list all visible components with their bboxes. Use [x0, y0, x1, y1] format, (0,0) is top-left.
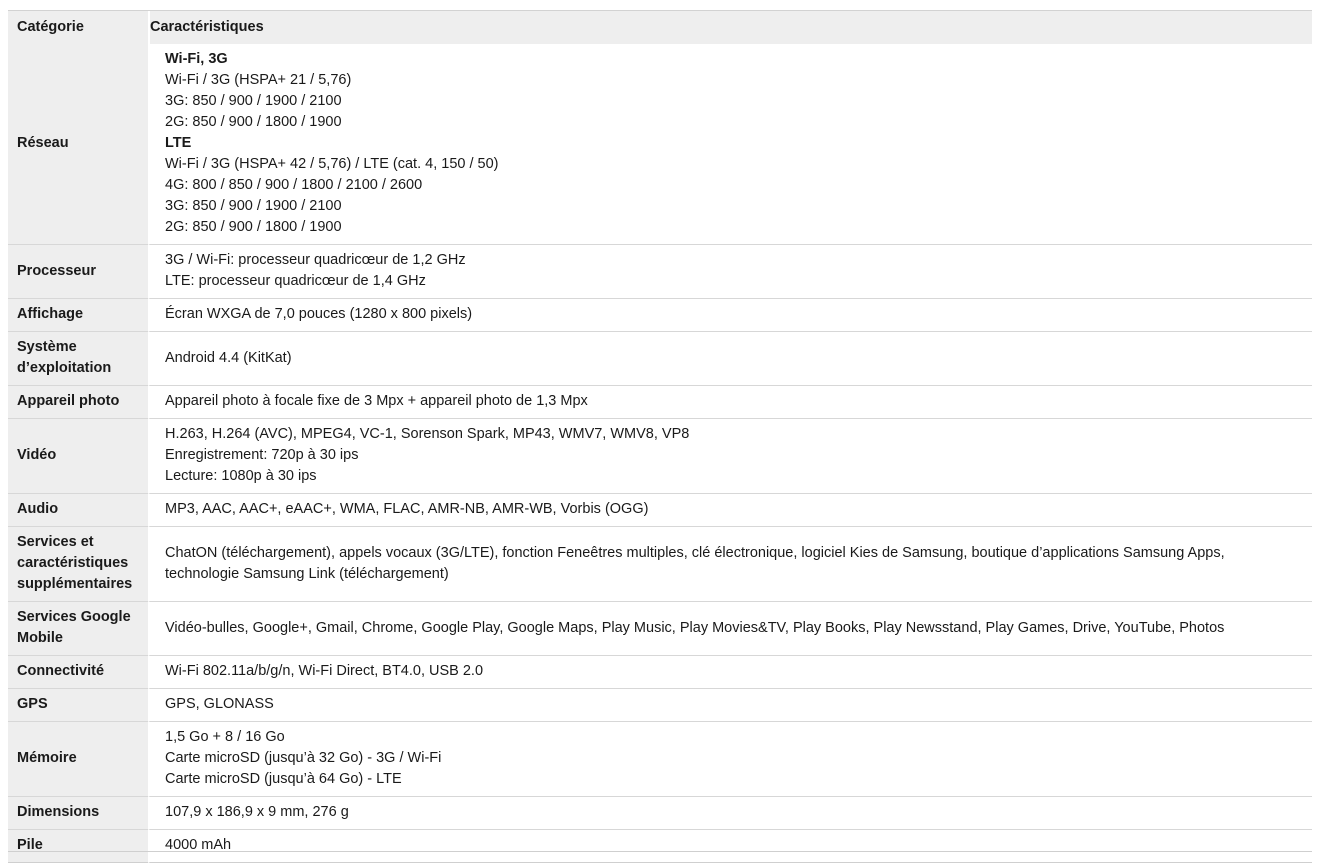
category-label-line: Mobile: [17, 630, 63, 646]
row-category: Dimensions: [8, 797, 148, 830]
value-line: technologie Samsung Link (téléchargement…: [165, 565, 449, 582]
row-category: Appareil photo: [8, 386, 148, 419]
value-line: 3G: 850 / 900 / 1900 / 2100: [165, 93, 342, 109]
table-row: Dimensions 107,9 x 186,9 x 9 mm, 276 g: [8, 797, 1312, 830]
category-label-line: Connectivité: [17, 663, 105, 679]
value-subheading: LTE: [165, 135, 192, 151]
category-label-line: d’exploitation: [17, 360, 112, 376]
value-line: 3G / Wi-Fi: processeur quadricœur de 1,2…: [165, 252, 466, 268]
table-row: Audio MP3, AAC, AAC+, eAAC+, WMA, FLAC, A…: [8, 494, 1312, 527]
row-category: Services et caractéristiques supplémentair…: [8, 527, 148, 602]
row-value: Vidéo-bulles, Google+, Gmail, Chrome, Go…: [148, 602, 1312, 656]
value-line: 1,5 Go + 8 / 16 Go: [165, 729, 285, 745]
table-row: Réseau Wi-Fi, 3G Wi-Fi / 3G (HSPA+ 21 / 5,…: [8, 44, 1312, 245]
category-label-line: Processeur: [17, 262, 96, 279]
table-body: Réseau Wi-Fi, 3G Wi-Fi / 3G (HSPA+ 21 / 5,…: [8, 44, 1312, 863]
row-value: MP3, AAC, AAC+, eAAC+, WMA, FLAC, AMR-NB…: [148, 494, 1312, 527]
category-label-line: Dimensions: [17, 804, 100, 820]
row-value: Appareil photo à focale fixe de 3 Mpx + …: [148, 386, 1312, 419]
category-label-line: Mémoire: [17, 750, 77, 766]
table-row: Système d’exploitation Android 4.4 (KitKat…: [8, 332, 1312, 386]
row-value: H.263, H.264 (AVC), MPEG4, VC-1, Sorenso…: [148, 419, 1312, 494]
table-header-row: Catégorie Caractéristiques: [8, 11, 1312, 44]
value-line: Wi-Fi 802.11a/b/g/n, Wi-Fi Direct, BT4.0…: [165, 663, 484, 679]
row-category: Système d’exploitation: [8, 332, 148, 386]
row-value: Écran WXGA de 7,0 pouces (1280 x 800 pix…: [148, 299, 1312, 332]
category-label-line: Réseau: [17, 135, 69, 151]
row-value: Android 4.4 (KitKat): [148, 332, 1312, 386]
category-label-line: GPS: [17, 696, 48, 712]
value-line: Carte microSD (jusqu’à 64 Go) - LTE: [165, 771, 402, 787]
table-row: Pile 4000 mAh: [8, 830, 1312, 863]
table-row: GPS GPS, GLONASS: [8, 689, 1312, 722]
row-category: Audio: [8, 494, 148, 527]
category-label-line: Services Google: [17, 609, 131, 625]
value-line: 107,9 x 186,9 x 9 mm, 276 g: [165, 804, 349, 820]
row-value: 3G / Wi-Fi: processeur quadricœur de 1,2…: [148, 245, 1312, 299]
table-row: Vidéo H.263, H.264 (AVC), MPEG4, VC-1, So…: [8, 419, 1312, 494]
value-line: Wi-Fi / 3G (HSPA+ 21 / 5,76): [165, 72, 352, 88]
row-category: Mémoire: [8, 722, 148, 797]
category-label-line: caractéristiques: [17, 555, 129, 571]
value-line: GPS, GLONASS: [165, 696, 274, 712]
category-label-line: Appareil photo: [17, 393, 120, 409]
row-category: Processeur: [8, 245, 148, 299]
value-line: MP3, AAC, AAC+, eAAC+, WMA, FLAC, AMR-NB…: [165, 501, 649, 517]
row-category: Connectivité: [8, 656, 148, 689]
table-row: Mémoire 1,5 Go + 8 / 16 Go Carte microSD (…: [8, 722, 1312, 797]
row-value: 107,9 x 186,9 x 9 mm, 276 g: [148, 797, 1312, 830]
row-value: ChatON (téléchargement), appels vocaux (…: [148, 527, 1312, 602]
category-label-line: Système: [17, 339, 77, 355]
row-category: Services Google Mobile: [8, 602, 148, 656]
table-row: Affichage Écran WXGA de 7,0 pouces (1280 …: [8, 299, 1312, 332]
category-label-line: Pile: [17, 837, 43, 853]
category-label-line: Services et: [17, 534, 94, 550]
row-category: Affichage: [8, 299, 148, 332]
table-row: Connectivité Wi-Fi 802.11a/b/g/n, Wi-Fi D…: [8, 656, 1312, 689]
header-category: Catégorie: [8, 11, 148, 44]
table-row: Services et caractéristiques supplémentair…: [8, 527, 1312, 602]
value-line: Enregistrement: 720p à 30 ips: [165, 447, 359, 463]
value-line: Android 4.4 (KitKat): [165, 349, 292, 366]
row-category: GPS: [8, 689, 148, 722]
header-characteristics: Caractéristiques: [148, 11, 1312, 44]
value-line: 2G: 850 / 900 / 1800 / 1900: [165, 219, 342, 235]
row-value: 1,5 Go + 8 / 16 Go Carte microSD (jusqu’à…: [148, 722, 1312, 797]
table-row: Services Google Mobile Vidéo-bulles, Googl…: [8, 602, 1312, 656]
table-bottom-divider: [8, 851, 1312, 852]
row-category: Vidéo: [8, 419, 148, 494]
spec-page: Catégorie Caractéristiques Réseau Wi-Fi, …: [0, 0, 1322, 866]
row-value: Wi-Fi 802.11a/b/g/n, Wi-Fi Direct, BT4.0…: [148, 656, 1312, 689]
table-row: Processeur 3G / Wi-Fi: processeur quadric…: [8, 245, 1312, 299]
row-value: GPS, GLONASS: [148, 689, 1312, 722]
value-line: 2G: 850 / 900 / 1800 / 1900: [165, 114, 342, 130]
value-line: Écran WXGA de 7,0 pouces (1280 x 800 pix…: [165, 306, 473, 322]
value-line: Carte microSD (jusqu’à 32 Go) - 3G / Wi-…: [165, 750, 442, 766]
value-line: ChatON (téléchargement), appels vocaux (…: [165, 544, 1225, 561]
row-category: Pile: [8, 830, 148, 863]
value-line: Vidéo-bulles, Google+, Gmail, Chrome, Go…: [165, 619, 1225, 636]
category-label-line: Audio: [17, 501, 59, 517]
category-label-line: supplémentaires: [17, 576, 133, 592]
value-line: 3G: 850 / 900 / 1900 / 2100: [165, 198, 342, 214]
category-label-line: Vidéo: [17, 447, 57, 463]
value-line: 4000 mAh: [165, 837, 232, 853]
row-value: 4000 mAh: [148, 830, 1312, 863]
spec-table: Catégorie Caractéristiques Réseau Wi-Fi, …: [8, 11, 1312, 863]
row-value: Wi-Fi, 3G Wi-Fi / 3G (HSPA+ 21 / 5,76) 3G:…: [148, 44, 1312, 245]
value-line: H.263, H.264 (AVC), MPEG4, VC-1, Sorenso…: [165, 426, 690, 442]
value-line: 4G: 800 / 850 / 900 / 1800 / 2100 / 2600: [165, 177, 423, 193]
value-line: Wi-Fi / 3G (HSPA+ 42 / 5,76) / LTE (cat.…: [165, 156, 499, 172]
value-line: Appareil photo à focale fixe de 3 Mpx + …: [165, 393, 588, 409]
category-label-line: Affichage: [17, 306, 84, 322]
table-row: Appareil photo Appareil photo à focale fi…: [8, 386, 1312, 419]
value-line: LTE: processeur quadricœur de 1,4 GHz: [165, 273, 426, 289]
value-line: Lecture: 1080p à 30 ips: [165, 468, 317, 484]
value-subheading: Wi-Fi, 3G: [165, 51, 228, 67]
row-category: Réseau: [8, 44, 148, 245]
